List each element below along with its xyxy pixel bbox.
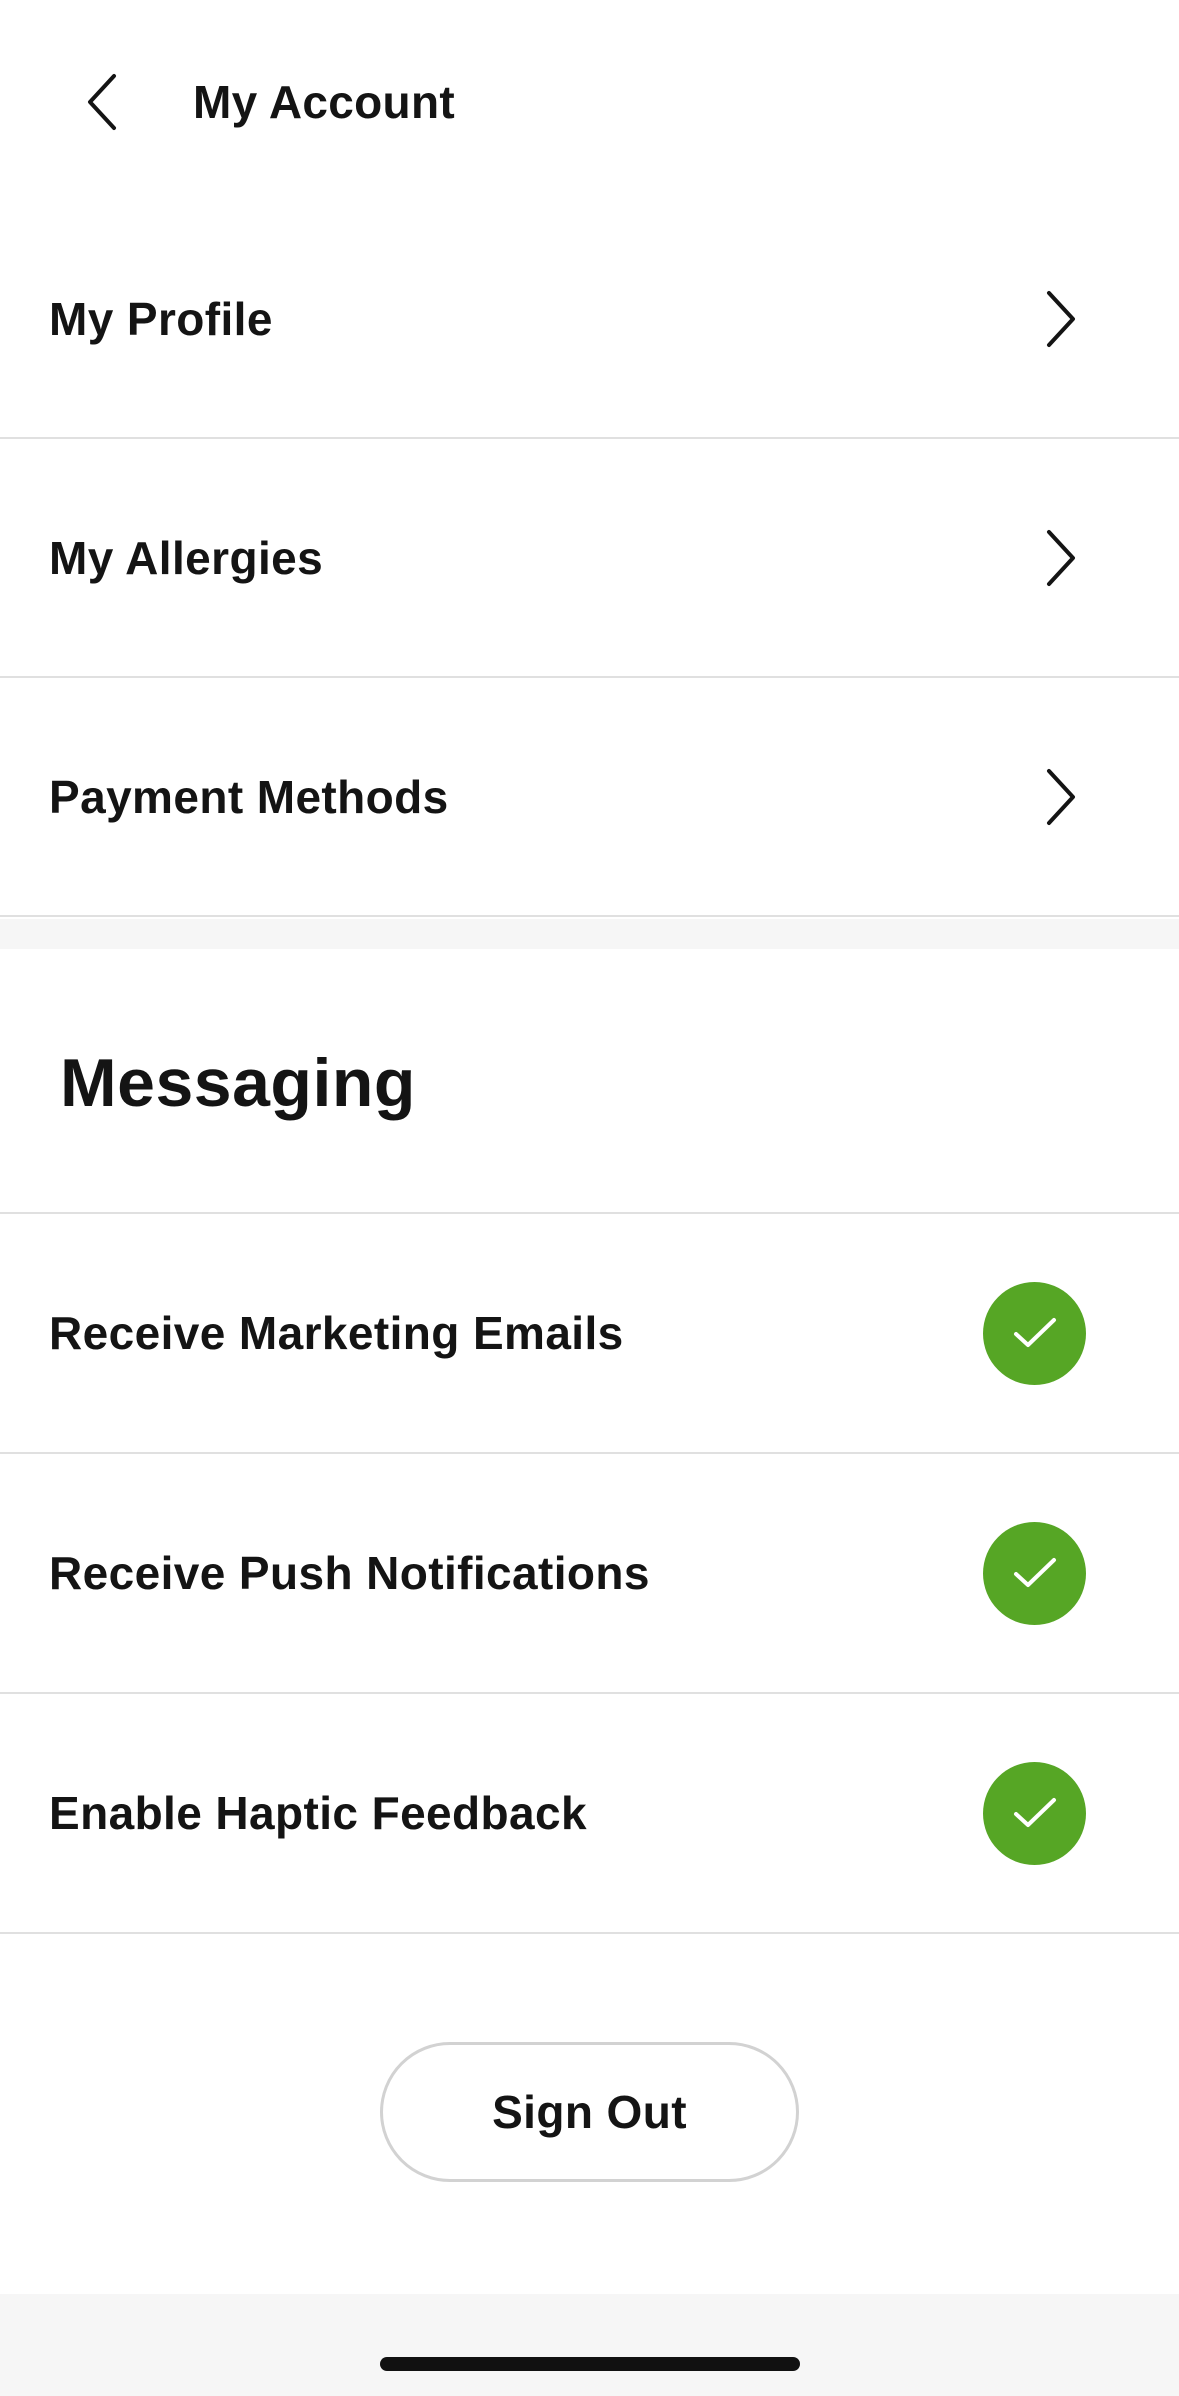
nav-item-label: My Profile	[49, 292, 273, 345]
sign-out-button[interactable]: Sign Out	[380, 2042, 799, 2182]
chevron-left-icon	[88, 74, 116, 130]
checkmark-icon	[1013, 1318, 1056, 1347]
marketing-emails-checkbox[interactable]	[983, 1281, 1086, 1385]
messaging-section-title: Messaging	[60, 1045, 416, 1121]
section-divider	[0, 919, 1179, 949]
toggle-row-push-notifications: Receive Push Notifications	[0, 1454, 1179, 1694]
toggle-label: Enable Haptic Feedback	[49, 1787, 587, 1839]
header: My Account	[0, 0, 1179, 205]
checkmark-icon	[1013, 1558, 1056, 1587]
nav-item-label: Payment Methods	[49, 770, 449, 823]
chevron-right-icon	[1036, 523, 1086, 593]
nav-item-my-profile[interactable]: My Profile	[0, 200, 1179, 439]
haptic-feedback-checkbox[interactable]	[983, 1761, 1086, 1865]
account-nav-list: My Profile My Allergies Payment Methods	[0, 200, 1179, 917]
back-button[interactable]	[70, 62, 134, 142]
home-indicator[interactable]	[380, 2357, 800, 2371]
toggle-row-marketing-emails: Receive Marketing Emails	[0, 1214, 1179, 1454]
messaging-toggle-list: Receive Marketing Emails Receive Push No…	[0, 1214, 1179, 1934]
bottom-safe-area	[0, 2294, 1179, 2396]
sign-out-area: Sign Out	[0, 1934, 1179, 2294]
chevron-right-icon	[1036, 762, 1086, 832]
toggle-row-haptic-feedback: Enable Haptic Feedback	[0, 1694, 1179, 1934]
chevron-right-icon	[1036, 284, 1086, 354]
nav-item-label: My Allergies	[49, 531, 324, 584]
toggle-label: Receive Marketing Emails	[49, 1307, 624, 1359]
nav-item-my-allergies[interactable]: My Allergies	[0, 439, 1179, 678]
push-notifications-checkbox[interactable]	[983, 1521, 1086, 1625]
page-title: My Account	[193, 76, 455, 128]
checkmark-icon	[1013, 1798, 1056, 1827]
nav-item-payment-methods[interactable]: Payment Methods	[0, 678, 1179, 917]
toggle-label: Receive Push Notifications	[49, 1547, 650, 1599]
